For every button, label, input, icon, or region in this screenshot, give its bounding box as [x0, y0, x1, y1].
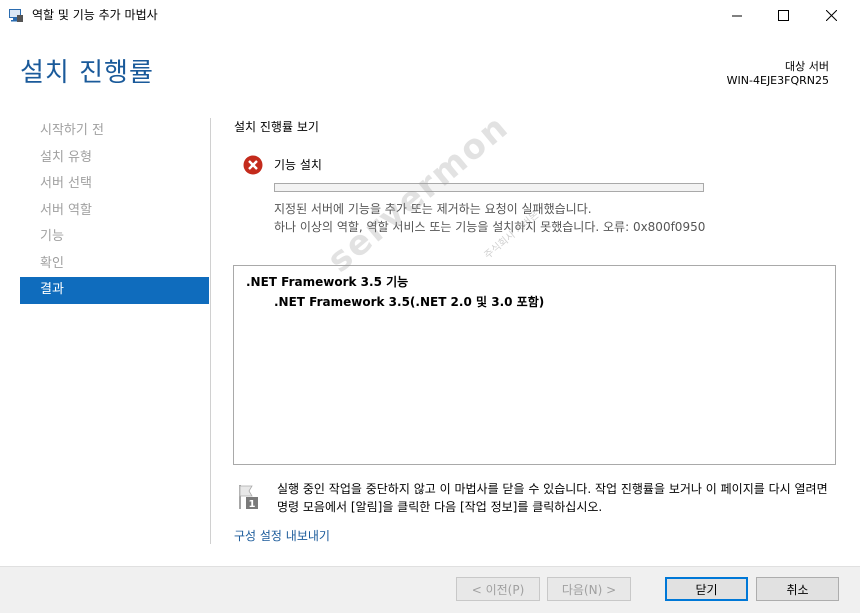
previous-button[interactable]: < 이전(P) — [456, 577, 540, 601]
nav-item-results[interactable]: 결과 — [20, 277, 209, 304]
nav-item-installation-type[interactable]: 설치 유형 — [20, 145, 209, 172]
server-manager-icon — [8, 7, 24, 23]
nav-divider — [210, 118, 211, 544]
title-bar: 역할 및 기능 추가 마법사 — [0, 0, 860, 30]
close-icon — [825, 6, 837, 25]
next-button[interactable]: 다음(N) > — [547, 577, 631, 601]
result-subitem: .NET Framework 3.5(.NET 2.0 및 3.0 포함) — [274, 295, 545, 309]
nav-item-server-selection[interactable]: 서버 선택 — [20, 171, 209, 198]
maximize-icon — [777, 6, 789, 25]
watermark: servermon — [320, 106, 517, 281]
task-name: 기능 설치 — [274, 158, 322, 172]
page-title: 설치 진행률 — [20, 58, 154, 88]
error-message-line1: 지정된 서버에 기능을 추가 또는 제거하는 요청이 실패했습니다. — [274, 202, 592, 216]
svg-text:1: 1 — [249, 499, 256, 510]
target-server-name: WIN-4EJE3FQRN25 — [726, 74, 829, 87]
progress-bar — [274, 183, 704, 192]
info-note: 실행 중인 작업을 중단하지 않고 이 마법사를 닫을 수 있습니다. 작업 진… — [277, 482, 828, 514]
minimize-button[interactable] — [714, 0, 760, 30]
error-icon — [243, 155, 263, 175]
nav-item-server-roles[interactable]: 서버 역할 — [20, 198, 209, 225]
close-button[interactable]: 닫기 — [665, 577, 748, 601]
wizard-nav: 시작하기 전 설치 유형 서버 선택 서버 역할 기능 확인 결과 — [20, 118, 209, 304]
minimize-icon — [732, 6, 742, 25]
maximize-button[interactable] — [760, 0, 806, 30]
nav-item-confirmation[interactable]: 확인 — [20, 251, 209, 278]
target-server-label: 대상 서버 — [785, 60, 829, 73]
results-list[interactable]: .NET Framework 3.5 기능 .NET Framework 3.5… — [233, 265, 836, 465]
nav-item-features[interactable]: 기능 — [20, 224, 209, 251]
flag-icon: 1 — [238, 484, 262, 510]
section-title: 설치 진행률 보기 — [234, 120, 319, 134]
window-title: 역할 및 기능 추가 마법사 — [32, 8, 158, 22]
close-window-button[interactable] — [808, 0, 854, 30]
cancel-button[interactable]: 취소 — [756, 577, 839, 601]
error-message-line2: 하나 이상의 역할, 역할 서비스 또는 기능을 설치하지 못했습니다. 오류:… — [274, 220, 706, 234]
export-configuration-link[interactable]: 구성 설정 내보내기 — [234, 527, 330, 544]
nav-item-before-you-begin[interactable]: 시작하기 전 — [20, 118, 209, 145]
result-item: .NET Framework 3.5 기능 — [246, 275, 409, 289]
